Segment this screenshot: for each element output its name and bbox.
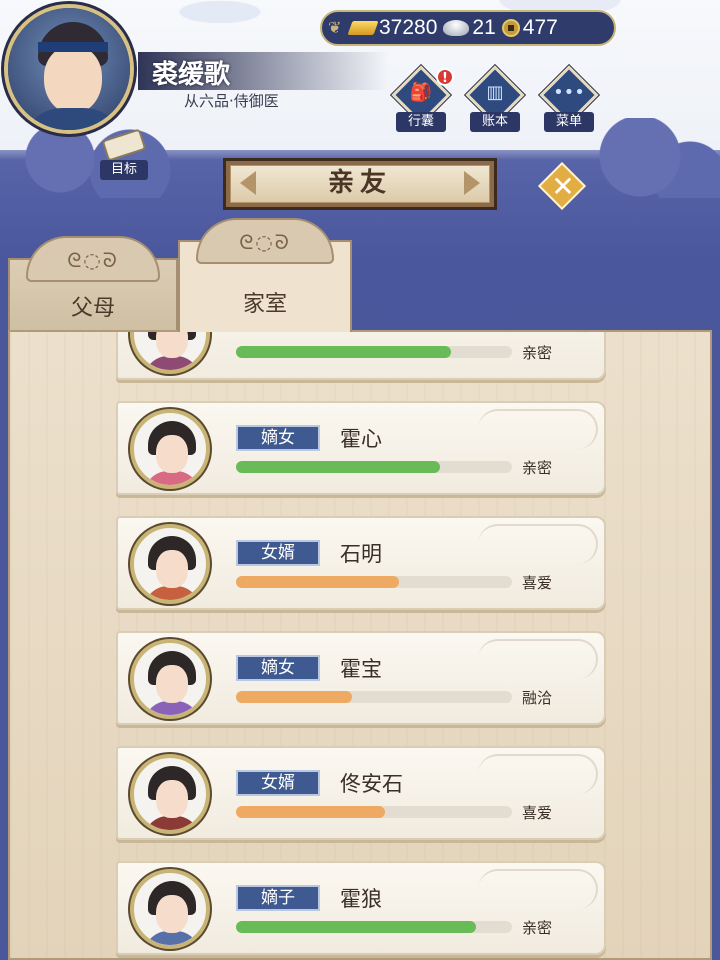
currency-bar: ❦ 37280 21 477 — [320, 10, 616, 46]
tab-parents[interactable]: ᘓ◌ᘐ 父母 — [8, 236, 178, 330]
member-role-tag: 嫡女 — [236, 425, 320, 451]
affinity-bar — [236, 921, 512, 933]
close-icon: ✕ — [551, 170, 575, 203]
page-title-plaque: 亲友 — [223, 158, 497, 210]
relation-status: 亲密 — [522, 344, 553, 362]
silver-ingot-icon — [443, 20, 470, 36]
cloud-ornament: ᘓ◌ᘐ — [26, 236, 160, 282]
relation-status: 喜爱 — [522, 804, 553, 822]
more-icon: ••• — [553, 82, 585, 103]
player-name: 裘缓歌 — [152, 60, 231, 90]
bamboo-icon: ❦ — [328, 18, 342, 37]
player-rank: 从六品·侍御医 — [184, 92, 279, 110]
family-member-card[interactable]: 嫡女 霍宝融洽 — [116, 631, 606, 725]
goal-button[interactable]: 目标 — [96, 128, 156, 180]
member-name: 霍心 — [340, 427, 382, 451]
affinity-bar — [236, 576, 512, 588]
ledger-button[interactable]: ▥ 账本 — [464, 65, 525, 132]
cloud-pattern — [478, 409, 598, 449]
member-name: 佟安石 — [340, 772, 403, 796]
coin-currency: 477 — [501, 16, 558, 40]
family-member-card[interactable]: 女婿 石明喜爱 — [116, 516, 606, 610]
copper-coin-icon — [501, 19, 520, 37]
tab-family-label: 家室 — [242, 292, 287, 317]
member-portrait[interactable] — [130, 754, 210, 834]
affinity-bar-fill — [236, 346, 452, 358]
gold-amount: 37280 — [379, 16, 438, 39]
goal-label: 目标 — [100, 160, 148, 180]
cloud-pattern — [478, 754, 598, 794]
family-member-card[interactable]: 嫡女 霍心亲密 — [116, 401, 606, 495]
tab-family[interactable]: ᘓ◌ᘐ 家室 — [178, 218, 352, 332]
member-portrait[interactable] — [130, 639, 210, 719]
affinity-bar-fill — [236, 691, 352, 703]
ledger-label: 账本 — [470, 112, 520, 132]
cloud-pattern — [478, 639, 598, 679]
affinity-bar — [236, 461, 512, 473]
cloud-pattern — [478, 869, 598, 909]
member-portrait[interactable] — [130, 524, 210, 604]
affinity-bar-fill — [236, 576, 399, 588]
silver-currency: 21 — [443, 16, 496, 40]
member-role-tag: 女婿 — [236, 540, 320, 566]
player-avatar[interactable] — [4, 4, 134, 134]
member-portrait[interactable] — [130, 869, 210, 949]
relation-status: 亲密 — [522, 919, 553, 937]
coin-amount: 477 — [522, 16, 558, 39]
bag-button[interactable]: 🎒 ! 行囊 — [390, 65, 454, 132]
affinity-bar-fill — [236, 921, 477, 933]
tab-parents-label: 父母 — [70, 296, 115, 321]
relation-status: 亲密 — [522, 459, 553, 477]
relation-status: 融洽 — [522, 689, 553, 707]
member-name: 霍宝 — [340, 657, 382, 681]
member-role-tag: 嫡子 — [236, 885, 320, 911]
affinity-bar — [236, 346, 512, 358]
cloud-ornament: ᘓ◌ᘐ — [196, 218, 334, 264]
member-name: 石明 — [340, 542, 382, 566]
affinity-bar-fill — [236, 806, 386, 818]
gold-currency: 37280 — [347, 16, 438, 40]
member-name: 霍狼 — [340, 887, 382, 911]
cloud-pattern — [478, 524, 598, 564]
affinity-bar-fill — [236, 461, 441, 473]
menu-label: 菜单 — [544, 112, 594, 132]
page-title: 亲友 — [327, 168, 392, 198]
affinity-bar — [236, 691, 512, 703]
family-member-card[interactable]: 女婿 佟安石喜爱 — [116, 746, 606, 840]
family-member-card[interactable]: 亲密 — [116, 332, 606, 380]
book-icon: ▥ — [486, 82, 504, 103]
close-button[interactable]: ✕ — [537, 161, 587, 211]
cloud-pattern — [478, 332, 598, 334]
member-role-tag: 嫡女 — [236, 655, 320, 681]
member-portrait[interactable] — [130, 409, 210, 489]
member-role-tag: 女婿 — [236, 770, 320, 796]
alert-badge: ! — [436, 68, 454, 86]
family-list-panel[interactable]: 亲密 嫡女 霍心 亲密 女婿 石明 喜爱 嫡女 霍宝 融洽 女婿 佟安石 喜爱 嫡子 霍狼 亲密 — [8, 330, 712, 960]
family-member-card[interactable]: 嫡子 霍狼亲密 — [116, 861, 606, 955]
affinity-bar — [236, 806, 512, 818]
bag-label: 行囊 — [396, 112, 446, 132]
menu-button[interactable]: ••• 菜单 — [538, 65, 599, 132]
member-portrait[interactable] — [130, 332, 210, 374]
gold-ingot-icon — [347, 21, 379, 35]
silver-amount: 21 — [472, 16, 496, 39]
scroll-icon — [101, 128, 147, 162]
relation-status: 喜爱 — [522, 574, 553, 592]
